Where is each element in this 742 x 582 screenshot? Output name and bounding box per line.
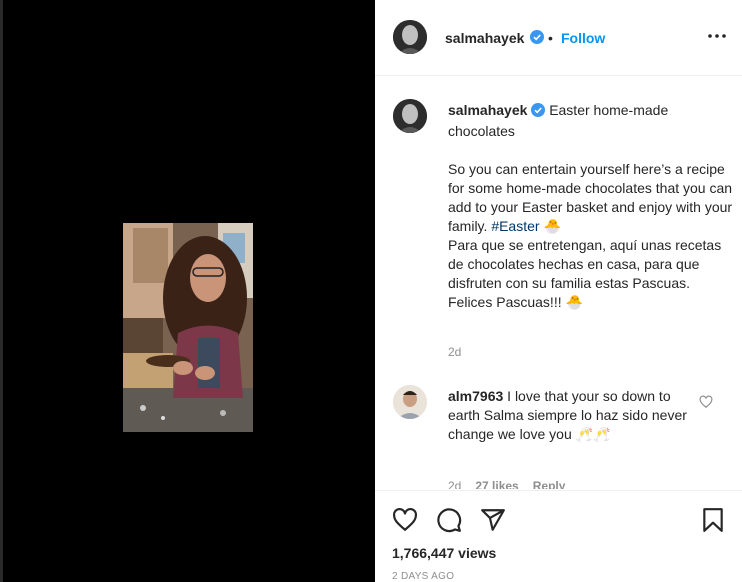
comments-section: salmahayek Easter home-made chocolates S… bbox=[375, 77, 742, 489]
caption: salmahayek Easter home-made chocolates S… bbox=[448, 101, 738, 312]
author-username[interactable]: salmahayek bbox=[445, 30, 524, 46]
separator-dot: • bbox=[548, 30, 553, 46]
comment-like-heart-icon[interactable] bbox=[699, 395, 713, 409]
reply-button[interactable]: Reply bbox=[533, 479, 566, 489]
follow-button[interactable]: Follow bbox=[561, 30, 605, 46]
verified-badge-icon bbox=[530, 30, 544, 49]
verified-badge-icon bbox=[531, 103, 546, 122]
comment-meta: 2d 27 likes Reply bbox=[448, 479, 579, 489]
heart-icon[interactable] bbox=[392, 507, 418, 533]
bookmark-icon[interactable] bbox=[700, 507, 726, 533]
caption-text-part1: Easter home-made chocolates So you can e… bbox=[448, 102, 733, 234]
hashtag-link[interactable]: #Easter bbox=[491, 218, 539, 234]
view-count[interactable]: 1,766,447 views bbox=[392, 545, 496, 561]
caption-text-part2: Para que se entretengan, aquí unas recet… bbox=[448, 237, 722, 310]
comment-likes[interactable]: 27 likes bbox=[475, 479, 518, 489]
caption-username[interactable]: salmahayek bbox=[448, 102, 527, 118]
chick-emoji: 🐣 bbox=[543, 218, 561, 234]
post-media bbox=[0, 0, 375, 582]
comment-icon[interactable] bbox=[436, 507, 462, 533]
post-header: salmahayek • Follow bbox=[375, 0, 742, 76]
post-panel: salmahayek • Follow salmahayek Easter ho… bbox=[375, 0, 742, 582]
left-edge bbox=[0, 0, 3, 582]
avatar-image bbox=[393, 385, 427, 419]
avatar-image bbox=[393, 20, 427, 54]
commenter-avatar[interactable] bbox=[393, 385, 427, 419]
post-date[interactable]: 2 DAYS AGO bbox=[392, 571, 454, 582]
comment-body: alm7963 I love that your so down to eart… bbox=[448, 387, 698, 444]
caption-avatar[interactable] bbox=[393, 99, 427, 133]
chick-emoji: 🐣 bbox=[565, 294, 583, 310]
share-icon[interactable] bbox=[480, 507, 506, 533]
comment-timestamp[interactable]: 2d bbox=[448, 479, 461, 489]
author-avatar[interactable] bbox=[393, 20, 427, 54]
video-player[interactable] bbox=[123, 223, 253, 432]
avatar-image bbox=[393, 99, 427, 133]
action-bar: 1,766,447 views 2 DAYS AGO bbox=[375, 490, 742, 582]
video-frame bbox=[123, 223, 253, 432]
caption-timestamp[interactable]: 2d bbox=[448, 345, 461, 359]
more-options-icon[interactable] bbox=[705, 28, 729, 44]
comment-username[interactable]: alm7963 bbox=[448, 388, 503, 404]
